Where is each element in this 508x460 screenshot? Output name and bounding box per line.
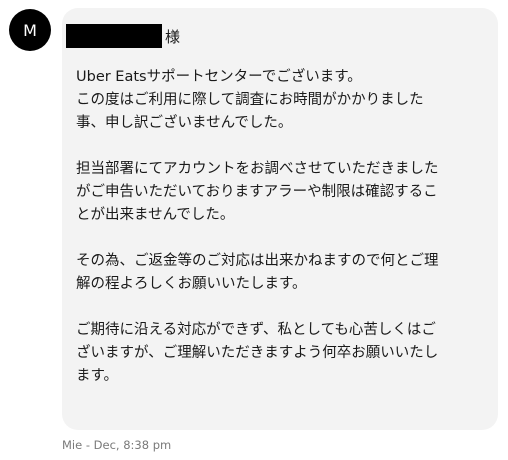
message-paragraph: ご期待に沿える対応ができず、私としても心苦しくはご ざいますが、ご理解いただきま… bbox=[76, 322, 439, 384]
message-paragraph: その為、ご返金等のご対応は出来かねますので何とご理 解の程よろしくお願いいたしま… bbox=[76, 253, 439, 292]
message-timestamp: Mie - Dec, 8:38 pm bbox=[62, 438, 172, 452]
avatar-initial: M bbox=[23, 20, 37, 40]
message-paragraph: 担当部署にてアカウントをお調べさせていただきました がご申告いただいておりますア… bbox=[76, 161, 439, 223]
message-bubble: 様 Uber Eatsサポートセンターでございます。 この度はご利用に際して調査… bbox=[62, 8, 498, 430]
message-body: Uber Eatsサポートセンターでございます。 この度はご利用に際して調査にお… bbox=[76, 66, 492, 388]
message-paragraph: Uber Eatsサポートセンターでございます。 この度はご利用に際して調査にお… bbox=[76, 69, 424, 131]
sender-avatar[interactable]: M bbox=[9, 9, 51, 51]
honorific-text: 様 bbox=[165, 27, 181, 46]
redacted-name bbox=[66, 24, 162, 48]
message-salutation: 様 bbox=[66, 24, 180, 48]
